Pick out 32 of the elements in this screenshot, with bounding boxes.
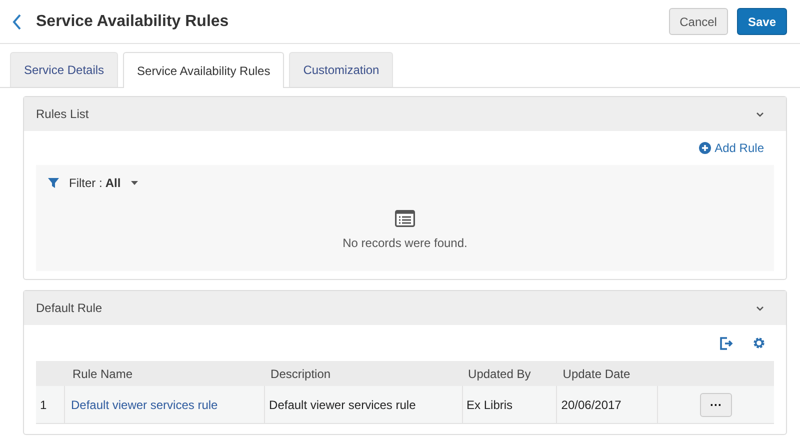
column-header: Updated By xyxy=(468,366,531,380)
table-cell: Default viewer services rule xyxy=(269,398,416,412)
plus-circle-icon xyxy=(698,142,711,154)
panel-header[interactable]: Default Rule xyxy=(24,291,786,325)
tab[interactable]: Customization xyxy=(289,52,394,87)
settings-icon[interactable] xyxy=(753,337,765,349)
list-icon xyxy=(395,210,415,227)
table-cell: 20/06/2017 xyxy=(561,398,622,412)
cancel-button[interactable]: Cancel xyxy=(668,8,728,35)
row-number: 1 xyxy=(40,398,47,412)
save-button[interactable]: Save xyxy=(736,8,787,35)
caret-icon xyxy=(130,181,138,185)
column-header: Update Date xyxy=(562,366,630,380)
filter-label: Filter : xyxy=(69,176,102,190)
tab[interactable]: Service Availability Rules xyxy=(123,52,284,88)
empty-message: No records were found. xyxy=(342,236,468,250)
chevron-icon[interactable] xyxy=(756,112,764,116)
more-actions-button[interactable]: ··· xyxy=(700,392,732,416)
table-cell: Ex Libris xyxy=(466,398,513,412)
page-title: Service Availability Rules xyxy=(36,12,229,30)
column-header: Rule Name xyxy=(72,366,133,380)
filter-dropdown[interactable]: All xyxy=(105,176,138,190)
panel-title: Rules List xyxy=(36,107,89,121)
panel-header[interactable]: Rules List xyxy=(24,97,786,131)
export-icon[interactable] xyxy=(720,336,733,350)
panel-title: Default Rule xyxy=(36,301,102,315)
add-rule-link[interactable]: Add Rule xyxy=(698,141,764,155)
chevron-icon[interactable] xyxy=(756,306,764,310)
filter-icon xyxy=(48,178,59,188)
column-header: Description xyxy=(270,366,331,380)
back-icon[interactable] xyxy=(12,14,22,30)
tab[interactable]: Service Details xyxy=(10,52,118,87)
